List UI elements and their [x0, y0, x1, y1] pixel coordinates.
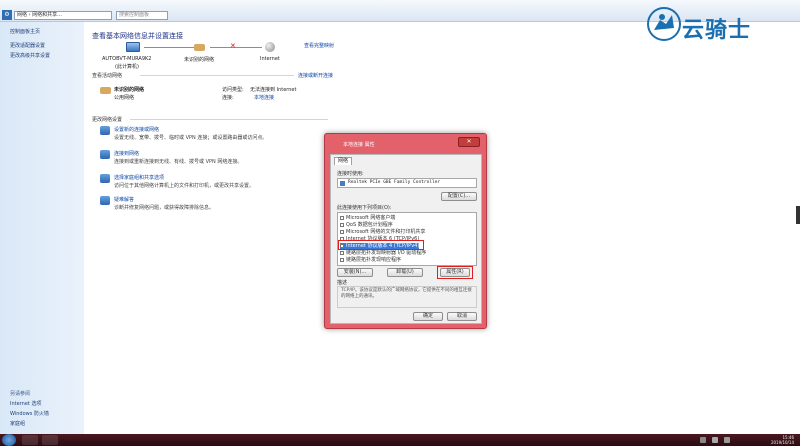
connect-disconnect-link[interactable]: 连接或断开连接: [298, 72, 333, 79]
taskbar: 15:46 2019/10/14: [0, 434, 800, 446]
sidebar-item-internet-options[interactable]: Internet 选项: [10, 400, 41, 407]
description-text: TCP/IP。该协议是默认的广域网络协议，它提供在不同的相互连接的网络上的通讯。: [337, 286, 477, 308]
map-computer-sub: (此计算机): [115, 64, 139, 70]
active-network-type: 公用网络: [114, 95, 135, 101]
internet-globe-icon: [265, 42, 275, 52]
map-network-name: 未识别的网络: [184, 57, 215, 63]
address-input[interactable]: 网络 › 网络和共享...: [14, 11, 112, 20]
sidebar-item-adapter-settings[interactable]: 更改适配器设置: [10, 42, 45, 49]
uninstall-button[interactable]: 卸载(U): [387, 268, 423, 277]
configure-button[interactable]: 配置(C)...: [441, 192, 477, 201]
highlight-box: [437, 266, 473, 279]
list-item[interactable]: 链路层拓扑发现响应程序: [340, 257, 401, 264]
list-item[interactable]: Microsoft 网络的文件和打印机共享: [340, 229, 425, 236]
dialog-body: 网络 连接时使用: Realtek PCIe GBE Family Contro…: [330, 154, 482, 324]
local-connection-properties-dialog: 本地连接 属性 ✕ 网络 连接时使用: Realtek PCIe GBE Fam…: [324, 133, 487, 329]
active-network-heading: 查看活动网络: [92, 73, 123, 79]
description-label: 描述: [337, 280, 348, 286]
list-item[interactable]: 链路层拓扑发现映射器 I/O 驱动程序: [340, 250, 426, 257]
page-title: 查看基本网络信息并设置连接: [92, 32, 183, 40]
task-homegroup-desc: 访问位于其他网络计算机上的文件和打印机，或更改共享设置。: [114, 183, 255, 189]
new-connection-icon: [100, 126, 110, 135]
items-label: 此连接使用下列项目(O):: [337, 205, 392, 211]
list-item[interactable]: QoS 数据包计划程序: [340, 222, 393, 229]
sidebar-item-home[interactable]: 控制面板主页: [10, 28, 40, 35]
adapter-name: Realtek PCIe GBE Family Controller: [348, 180, 441, 185]
access-type-value: 无法连接到 Internet: [250, 87, 297, 93]
dialog-title: 本地连接 属性: [343, 142, 375, 148]
explorer-taskbar-icon[interactable]: [22, 435, 38, 445]
access-type-label: 访问类型:: [222, 87, 244, 93]
active-network-name: 未识别的网络: [114, 87, 145, 93]
scrollbar[interactable]: [796, 206, 800, 224]
homegroup-icon: [100, 174, 110, 183]
close-button[interactable]: ✕: [458, 137, 480, 147]
adapter-icon: [340, 181, 345, 186]
task-connect-network-desc: 连接到或重新连接到无线、有线、拨号或 VPN 网络连接。: [114, 159, 243, 165]
flag-tray-icon[interactable]: [724, 437, 730, 443]
sidebar-item-homegroup[interactable]: 家庭组: [10, 420, 25, 427]
task-homegroup[interactable]: 选择家庭组和共享选项: [114, 174, 164, 181]
map-line: [210, 47, 262, 48]
divider: [130, 119, 328, 120]
volume-tray-icon[interactable]: [712, 437, 718, 443]
task-connect-network[interactable]: 连接到网络: [114, 150, 139, 157]
view-full-map-link[interactable]: 查看完整映射: [304, 42, 334, 49]
divider: [140, 75, 294, 76]
sidebar-item-firewall[interactable]: Windows 防火墙: [10, 410, 49, 417]
change-settings-heading: 更改网络设置: [92, 117, 123, 123]
start-button[interactable]: [2, 434, 16, 446]
map-computer-name: AUTOBVT-MURA9K2: [102, 56, 152, 62]
search-input[interactable]: 搜索控制面板: [116, 11, 168, 20]
ok-button[interactable]: 确定: [413, 312, 443, 321]
clock[interactable]: 15:46 2019/10/14: [771, 435, 794, 445]
sidebar: 控制面板主页 更改适配器设置 更改高级共享设置 另请参阅 Internet 选项…: [0, 22, 84, 434]
local-connection-link[interactable]: 本地连接: [254, 94, 274, 101]
see-also-heading: 另请参阅: [10, 391, 31, 397]
task-troubleshoot-desc: 诊断并修复网络问题，或获得故障排除信息。: [114, 205, 215, 211]
connect-network-icon: [100, 150, 110, 159]
items-list[interactable]: Microsoft 网络客户端 QoS 数据包计划程序 Microsoft 网络…: [337, 212, 477, 266]
control-panel-icon: ⚙: [2, 10, 12, 20]
map-line: [144, 47, 194, 48]
task-new-connection[interactable]: 设置新的连接或网络: [114, 126, 159, 133]
sidebar-item-advanced-sharing[interactable]: 更改高级共享设置: [10, 52, 50, 59]
install-button[interactable]: 安装(N)...: [337, 268, 373, 277]
active-network-icon: [100, 87, 111, 94]
troubleshoot-icon: [100, 196, 110, 205]
tab-networking[interactable]: 网络: [334, 157, 352, 165]
network-tray-icon[interactable]: [700, 437, 706, 443]
map-internet-label: Internet: [260, 56, 280, 62]
disconnected-x-icon: ✕: [230, 42, 236, 50]
connections-label: 连接:: [222, 95, 234, 101]
window-taskbar-icon[interactable]: [42, 435, 58, 445]
list-item[interactable]: Microsoft 网络客户端: [340, 215, 395, 222]
cancel-button[interactable]: 取消: [447, 312, 477, 321]
task-new-connection-desc: 设置无线、宽带、拨号、临时或 VPN 连接；或设置路由器或访问点。: [114, 135, 268, 141]
network-bench-icon: [194, 44, 205, 51]
computer-icon: [126, 42, 140, 52]
task-troubleshoot[interactable]: 疑难解答: [114, 196, 134, 203]
adapter-box: Realtek PCIe GBE Family Controller: [337, 178, 477, 188]
connect-using-label: 连接时使用:: [337, 171, 364, 177]
highlight-box: [338, 240, 424, 250]
